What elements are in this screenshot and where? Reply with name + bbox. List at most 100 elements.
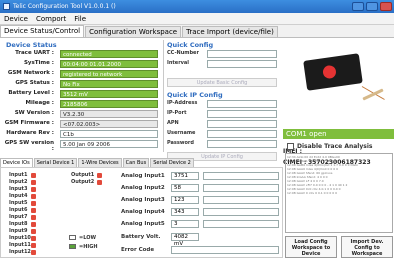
output-state-icon[interactable] xyxy=(97,180,102,185)
analog-input1-label: Analog Input1 xyxy=(121,173,165,179)
analog-input2-bar xyxy=(203,184,279,192)
input10-label: Input10 xyxy=(9,235,31,241)
input9-label: Input9 xyxy=(9,228,28,234)
menu-bar: Device Comport File xyxy=(0,13,394,25)
tab-serial-device-2[interactable]: Serial Device 2 xyxy=(150,158,194,167)
panel-divider xyxy=(163,40,164,152)
input4-label: Input4 xyxy=(9,193,28,199)
gsm-firmware-label: GSM Firmware : xyxy=(4,120,54,126)
import-config-button[interactable]: Import Dev. Config to Workspace xyxy=(341,236,393,258)
input2-label: Input2 xyxy=(9,179,28,185)
username-input[interactable] xyxy=(207,130,277,138)
input11-label: Input11 xyxy=(9,242,31,248)
error-code-label: Error Code xyxy=(121,247,155,253)
close-button[interactable] xyxy=(380,2,392,11)
analog-input2-label: Analog Input2 xyxy=(121,185,165,191)
analog-input3-label: Analog Input3 xyxy=(121,197,165,203)
battery-volt-label: Battery Volt. xyxy=(121,234,161,240)
systime-label: SysTime : xyxy=(23,60,54,66)
interval-input[interactable] xyxy=(207,60,277,68)
output2-label: Output2 xyxy=(71,179,95,185)
input7-label: Input7 xyxy=(9,214,28,220)
input-state-icon xyxy=(31,229,36,234)
input-state-icon xyxy=(31,180,36,185)
quick-config-title: Quick Config xyxy=(167,41,214,49)
analog-input4-value: 343 xyxy=(171,208,199,216)
tab-serial-device-1[interactable]: Serial Device 1 xyxy=(33,158,78,167)
legend-low-box xyxy=(69,235,76,240)
hardware-rev-label: Hardware Rev : xyxy=(6,130,54,136)
apn-input[interactable] xyxy=(207,120,277,128)
tab-can-bus[interactable]: Can Bus xyxy=(122,158,150,167)
trace-uart-value: connected xyxy=(60,50,158,58)
mileage-label: Mileage : xyxy=(25,100,54,106)
input-state-icon xyxy=(31,187,36,192)
output1-label: Output1 xyxy=(71,172,95,178)
tab-device-status[interactable]: Device Status/Control xyxy=(0,25,85,37)
analog-input5-value: 3 xyxy=(171,220,199,228)
tab-device-ios[interactable]: Device IOs xyxy=(0,158,33,167)
trace-log[interactable]: 12:34 Ainb:00 dd Ecdd 4.0 0BGu00 12:34 A… xyxy=(285,153,393,233)
gps-status-label: GPS Status : xyxy=(15,80,54,86)
menu-file[interactable]: File xyxy=(70,13,90,24)
hardware-rev-value: C1b xyxy=(60,130,158,138)
window-title: Telic Configuration Tool V1.0.0.1 () xyxy=(13,3,116,10)
sw-version-label: SW Version : xyxy=(14,110,54,116)
ip-address-input[interactable] xyxy=(207,100,277,108)
app-window: Telic Configuration Tool V1.0.0.1 () Dev… xyxy=(0,0,394,258)
device-status-title: Device Status xyxy=(6,41,57,49)
analog-input5-label: Analog Input5 xyxy=(121,221,165,227)
legend-high-label: =HIGH xyxy=(79,244,98,250)
cc-number-label: CC-Number xyxy=(167,50,199,56)
gps-status-value: No Fix xyxy=(60,80,158,88)
password-input[interactable] xyxy=(207,140,277,148)
legend-low-label: =LOW xyxy=(79,235,96,241)
disable-trace-label: Disable Trace Analysis xyxy=(297,143,373,150)
minimize-button[interactable] xyxy=(352,2,364,11)
device-ios-panel: Input1 Input2 Input3 Input4 Input5 Input… xyxy=(0,167,283,258)
analog-input5-bar xyxy=(203,220,279,228)
password-label: Password xyxy=(167,140,194,146)
legend-high-box xyxy=(69,244,76,249)
gsm-firmware-value: <07.02.003> xyxy=(60,120,158,128)
tab-trace-import[interactable]: Trace Import (device/file) xyxy=(182,26,278,37)
interval-label: Interval xyxy=(167,60,190,66)
quick-ip-config-title: Quick IP Config xyxy=(167,91,223,99)
ip-port-input[interactable] xyxy=(207,110,277,118)
disable-trace-checkbox[interactable] xyxy=(287,143,294,150)
ip-port-label: IP-Port xyxy=(167,110,187,116)
input-state-icon xyxy=(31,243,36,248)
battery-volt-value: 4082 mV xyxy=(171,233,199,247)
tab-configuration-workspace[interactable]: Configuration Workspace xyxy=(85,26,182,37)
tab-1-wire-devices[interactable]: 1-Wire Devices xyxy=(78,158,122,167)
gsm-network-value: registered to network xyxy=(60,70,158,78)
device-button-icon xyxy=(322,64,337,80)
ip-address-label: IP-Address xyxy=(167,100,198,106)
gps-sw-version-label: GPS SW version : xyxy=(4,140,54,152)
systime-value: 00:04:00 01.01.2000 xyxy=(60,60,158,68)
input3-label: Input3 xyxy=(9,186,28,192)
input1-label: Input1 xyxy=(9,172,28,178)
menu-comport[interactable]: Comport xyxy=(32,13,70,24)
output-state-icon[interactable] xyxy=(97,173,102,178)
input-state-icon xyxy=(31,194,36,199)
input8-label: Input8 xyxy=(9,221,28,227)
battery-level-label: Battery Level : xyxy=(8,90,54,96)
title-bar: Telic Configuration Tool V1.0.0.1 () xyxy=(0,0,394,13)
menu-device[interactable]: Device xyxy=(0,13,32,24)
maximize-button[interactable] xyxy=(366,2,378,11)
analog-input1-value: 3751 xyxy=(171,172,199,180)
load-config-button[interactable]: Load Config Workspace to Device xyxy=(285,236,337,258)
gps-sw-version-value: 5.00 Jan 09 2006 xyxy=(60,140,158,148)
battery-level-value: 3512 mV xyxy=(60,90,158,98)
cc-number-input[interactable] xyxy=(207,50,277,58)
input-state-icon xyxy=(31,236,36,241)
log-line: 12:08 GAAV 0 c0v 0 0.1 0 0 0 0 0 xyxy=(287,191,338,195)
update-basic-config-button[interactable]: Update Basic Config xyxy=(167,78,277,87)
device-photo xyxy=(303,53,363,91)
input-state-icon xyxy=(31,201,36,206)
input-state-icon xyxy=(31,173,36,178)
trace-uart-label: Trace UART : xyxy=(15,50,54,56)
input-state-icon xyxy=(31,215,36,220)
bottom-tabs: Device IOs Serial Device 1 1-Wire Device… xyxy=(0,157,280,167)
